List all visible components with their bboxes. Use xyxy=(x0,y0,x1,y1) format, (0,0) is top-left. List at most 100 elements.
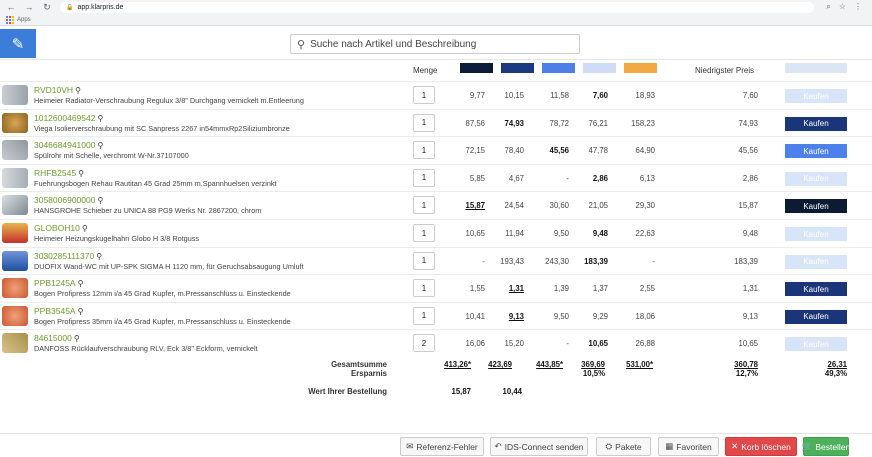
back-icon[interactable]: ← xyxy=(6,2,16,12)
star-icon[interactable]: ☆ xyxy=(839,2,846,12)
packages-icon: ⛭ xyxy=(605,441,613,451)
zoom-icon[interactable]: ⌕ xyxy=(826,2,830,12)
kaufen-button[interactable]: Kaufen xyxy=(785,254,847,269)
browser-chrome: ← → ↻ 🔒 app.klarpris.de ⌕ ☆ ⋮ Apps xyxy=(0,0,872,26)
quantity-input[interactable]: 1 xyxy=(413,279,435,298)
quantity-input[interactable]: 1 xyxy=(413,168,435,187)
article-number-link[interactable]: 1012600469542 ⚲ xyxy=(34,113,103,123)
table-icon: ▦ xyxy=(665,441,674,451)
search-input[interactable]: ⚲ Suche nach Artikel und Beschreibung xyxy=(290,34,580,54)
search-icon[interactable]: ⚲ xyxy=(74,334,80,343)
apps-icon xyxy=(6,16,14,24)
quantity-input[interactable]: 1 xyxy=(413,251,435,270)
forward-icon[interactable]: → xyxy=(24,2,34,12)
article-number: 3058006900000 xyxy=(34,195,96,206)
referenz-fehler-label: Referenz-Fehler xyxy=(416,441,478,452)
price-supplier-5: 18,06 xyxy=(635,311,655,321)
article-number-link[interactable]: RHFB2545 ⚲ xyxy=(34,168,84,178)
article-number-link[interactable]: 3046684941000 ⚲ xyxy=(34,140,103,150)
kaufen-button[interactable]: Kaufen xyxy=(785,227,847,241)
supplier-swatch-3 xyxy=(542,63,575,73)
price-supplier-3: - xyxy=(566,339,569,349)
article-description: Viega Isolierverschraubung mit SC Sanpre… xyxy=(34,123,290,133)
article-number-link[interactable]: 3030285111370 ⚲ xyxy=(34,251,102,261)
quantity-input[interactable]: 1 xyxy=(413,196,435,215)
search-icon[interactable]: ⚲ xyxy=(97,196,103,205)
article-number-link[interactable]: 84615000 ⚲ xyxy=(34,333,80,343)
kaufen-button[interactable]: Kaufen xyxy=(785,144,847,159)
wert-supplier-1: 15,87 xyxy=(451,387,471,396)
kaufen-button[interactable]: Kaufen xyxy=(785,89,847,103)
quantity-input[interactable]: 1 xyxy=(413,224,435,242)
kaufen-button[interactable]: Kaufen xyxy=(785,337,847,352)
kaufen-button[interactable]: Kaufen xyxy=(785,282,847,297)
wert-supplier-2: 10,44 xyxy=(502,387,522,396)
price-supplier-1: 72,15 xyxy=(465,146,485,156)
quantity-input[interactable]: 1 xyxy=(413,86,435,104)
price-supplier-4: 2,86 xyxy=(592,173,608,183)
price-supplier-2: 193,43 xyxy=(500,256,524,266)
article-number-link[interactable]: RVD10VH ⚲ xyxy=(34,85,81,95)
search-icon[interactable]: ⚲ xyxy=(97,141,103,150)
korb-loeschen-label: Korb löschen xyxy=(741,441,791,452)
pakete-button[interactable]: ⛭ Pakete xyxy=(596,437,651,456)
quantity-input[interactable]: 1 xyxy=(413,306,435,325)
price-supplier-5: 64,90 xyxy=(635,146,655,156)
favoriten-button[interactable]: ▦ Favoriten xyxy=(658,437,719,456)
price-supplier-2: 24,54 xyxy=(504,201,524,211)
article-description: HANSGROHE Schieber zu UNICA 88 PG9 Werks… xyxy=(34,206,262,216)
korb-loeschen-button[interactable]: ✕ Korb löschen xyxy=(725,437,797,456)
search-icon[interactable]: ⚲ xyxy=(78,169,84,178)
quantity-input[interactable]: 1 xyxy=(413,141,435,160)
lowest-price: 1,31 xyxy=(742,284,758,294)
table-row: RHFB2545 ⚲ Fuehrungsbogen Rehau Rautitan 4… xyxy=(0,163,872,191)
app-header: ✎ ⚲ Suche nach Artikel und Beschreibung xyxy=(0,27,872,60)
quantity-input[interactable]: 2 xyxy=(413,334,435,353)
article-number: 3046684941000 xyxy=(34,140,96,151)
price-supplier-5: 22,63 xyxy=(635,229,655,238)
article-number-link[interactable]: PPB3545A ⚲ xyxy=(34,306,83,316)
lowest-price: 9,48 xyxy=(742,229,758,238)
address-bar[interactable]: 🔒 app.klarpris.de xyxy=(60,1,815,13)
article-number-link[interactable]: 3058006900000 ⚲ xyxy=(34,195,103,205)
bestellen-button[interactable]: 🛒 Bestellen xyxy=(802,437,850,456)
price-supplier-3: - xyxy=(566,173,569,183)
price-supplier-2: 10,15 xyxy=(504,91,524,100)
price-supplier-5: 29,30 xyxy=(635,201,655,211)
kaufen-button[interactable]: Kaufen xyxy=(785,116,847,131)
kaufen-button[interactable]: Kaufen xyxy=(785,309,847,324)
price-supplier-2: 15,20 xyxy=(504,339,524,349)
search-icon[interactable]: ⚲ xyxy=(75,86,81,95)
supplier-swatch-1 xyxy=(460,63,493,73)
niedrigster-preis-header: Niedrigster Preis xyxy=(695,66,755,75)
search-icon[interactable]: ⚲ xyxy=(78,279,84,288)
referenz-fehler-button[interactable]: ✉ Referenz-Fehler xyxy=(400,437,484,456)
menu-icon[interactable]: ⋮ xyxy=(854,2,862,12)
price-supplier-1: 16,06 xyxy=(465,339,485,349)
reload-icon[interactable]: ↻ xyxy=(42,2,52,12)
pencil-logo-icon[interactable]: ✎ xyxy=(0,29,36,58)
table-row: RVD10VH ⚲ Heimeier Radiator-Verschraubung … xyxy=(0,81,872,108)
lowest-price: 74,93 xyxy=(738,118,758,128)
price-supplier-4: 9,29 xyxy=(592,311,608,321)
product-thumbnail xyxy=(2,250,28,271)
quantity-input[interactable]: 1 xyxy=(413,113,435,132)
article-number-link[interactable]: PPB1245A ⚲ xyxy=(34,278,83,288)
price-supplier-3: 243,30 xyxy=(545,256,569,266)
price-supplier-3: 11,58 xyxy=(550,91,569,100)
search-icon: ⚲ xyxy=(297,38,306,51)
search-icon[interactable]: ⚲ xyxy=(97,114,103,123)
price-supplier-4: 21,05 xyxy=(588,201,608,211)
price-supplier-2: 4,67 xyxy=(508,173,524,183)
table-row: GLOBOH10 ⚲ Heimeier Heizungskugelhahn Glob… xyxy=(0,219,872,246)
price-supplier-5: 158,23 xyxy=(631,118,655,128)
ids-connect-button[interactable]: ↶ IDS-Connect senden xyxy=(490,437,588,456)
search-icon[interactable]: ⚲ xyxy=(82,224,88,233)
lowest-price: 9,13 xyxy=(742,311,758,321)
bookmark-apps[interactable]: Apps xyxy=(17,17,31,23)
search-icon[interactable]: ⚲ xyxy=(78,307,84,316)
article-number-link[interactable]: GLOBOH10 ⚲ xyxy=(34,223,88,233)
search-icon[interactable]: ⚲ xyxy=(96,252,102,261)
kaufen-button[interactable]: Kaufen xyxy=(785,199,847,214)
kaufen-button[interactable]: Kaufen xyxy=(785,171,847,186)
